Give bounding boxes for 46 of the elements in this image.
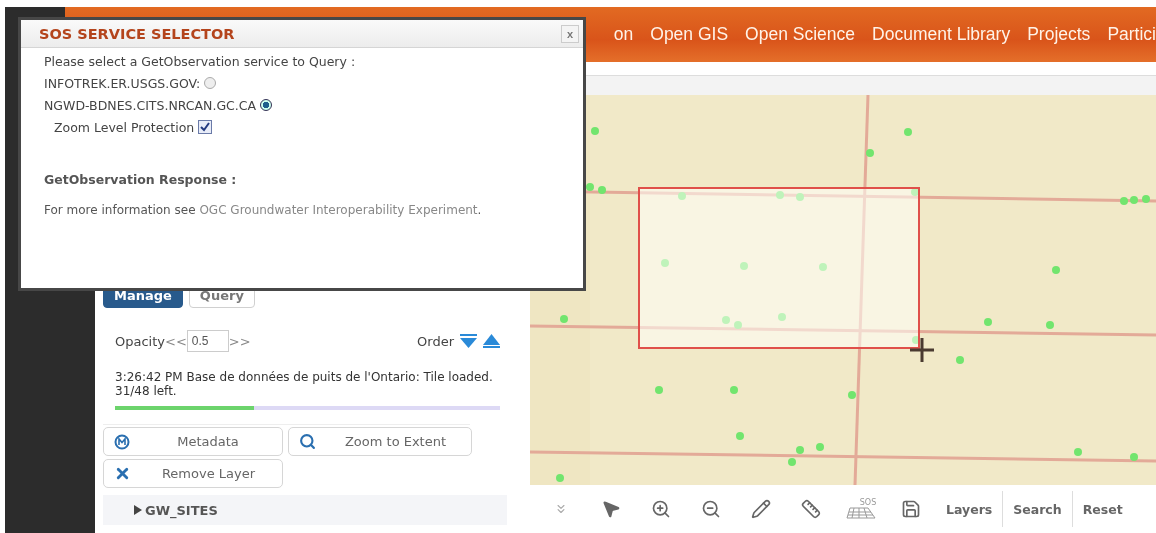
toolbar-button[interactable]: Layers <box>936 491 1003 527</box>
move-up-icon[interactable] <box>483 334 500 348</box>
nav-link[interactable]: Open Science <box>745 24 856 45</box>
zoom-extent-button[interactable]: Zoom to Extent <box>288 427 472 456</box>
ruler-icon[interactable] <box>801 499 821 519</box>
sos-button[interactable]: SOS <box>836 499 886 519</box>
move-down-icon[interactable] <box>460 334 477 348</box>
nav-link[interactable]: Open GIS <box>650 24 729 45</box>
zoom-protection-label: Zoom Level Protection <box>54 119 195 135</box>
checkbox[interactable] <box>198 120 213 134</box>
toolbar-button[interactable]: Search <box>1002 491 1072 527</box>
opacity-label: Opacity <box>115 333 165 349</box>
status-message: 3:26:42 PM Base de données de puits de l'Ontario: Tile loaded. 31/48 left. <box>115 370 494 398</box>
search-icon <box>299 433 316 450</box>
info-text: For more information see OGC Groundwater Interoperability Experiment. <box>44 203 483 217</box>
nav-link[interactable]: Partici <box>1107 24 1156 45</box>
toolbar-button[interactable]: Reset <box>1071 491 1133 527</box>
crosshair-icon <box>910 338 934 362</box>
nav-link[interactable]: Projects <box>1027 24 1091 45</box>
save-icon[interactable] <box>901 499 921 519</box>
layer-item[interactable]: GW_SITES <box>133 502 218 518</box>
remove-layer-button[interactable]: Remove Layer <box>103 459 283 488</box>
dialog-title: SOS SERVICE SELECTOR <box>39 25 235 42</box>
increase-link[interactable]: >> <box>228 333 251 349</box>
close-icon <box>114 465 131 482</box>
nav-link[interactable]: on <box>613 24 634 45</box>
opacity-field[interactable]: 0.5 <box>186 330 229 352</box>
service-label: INFOTREK.ER.USGS.GOV: <box>44 75 201 91</box>
radio-button[interactable] <box>260 99 273 111</box>
service-label: NGWD-BDNES.CITS.NRCAN.GC.CA <box>44 97 257 113</box>
zoom-in-icon[interactable] <box>651 499 671 519</box>
response-heading: GetObservation Response : <box>44 172 238 187</box>
decrease-link[interactable]: << <box>165 333 187 349</box>
pencil-icon[interactable] <box>751 499 771 519</box>
metadata-icon <box>114 433 130 450</box>
radio-button[interactable] <box>204 77 217 89</box>
close-button[interactable]: x <box>561 24 579 43</box>
prompt-text: Please select a GetObservation service to Query : <box>44 53 356 69</box>
grid-icon <box>846 507 876 519</box>
nav-link[interactable]: Document Library <box>872 24 1011 45</box>
caret-right-icon <box>133 505 143 515</box>
pointer-icon[interactable] <box>601 499 621 519</box>
order-label: Order <box>417 333 454 349</box>
metadata-button[interactable]: Metadata <box>103 427 283 456</box>
zoom-out-icon[interactable] <box>701 499 721 519</box>
info-link[interactable]: OGC Groundwater Interoperability Experiment <box>199 203 478 217</box>
